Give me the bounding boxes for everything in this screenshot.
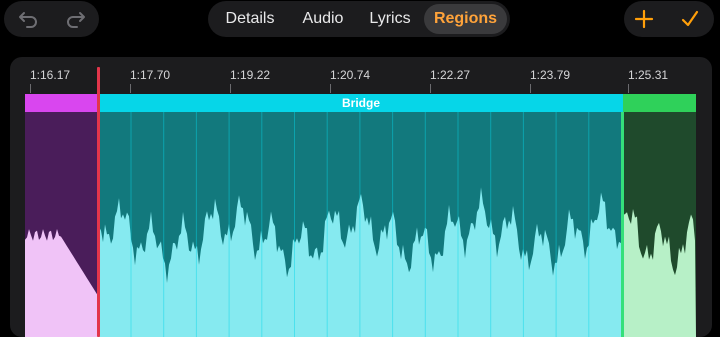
undo-redo-group	[4, 1, 99, 37]
redo-button[interactable]	[58, 6, 94, 32]
region-bars: Bridge	[25, 94, 696, 112]
add-region-button[interactable]	[626, 6, 662, 32]
region-end-handle	[621, 112, 624, 337]
tab-details[interactable]: Details	[216, 4, 284, 34]
region-editor[interactable]: 1:16.17 1:17.70 1:19.22 1:20.74 1:22.27 …	[10, 57, 712, 337]
segmented-tabs: Details Audio Lyrics Regions	[208, 1, 510, 37]
region-bar-bridge[interactable]: Bridge	[99, 94, 623, 112]
tab-audio[interactable]: Audio	[288, 4, 358, 34]
undo-button[interactable]	[10, 6, 46, 32]
plus-icon	[634, 9, 654, 29]
region-bar-before[interactable]	[25, 94, 99, 112]
region-label: Bridge	[341, 96, 380, 110]
checkmark-icon	[681, 10, 699, 27]
confirm-button[interactable]	[672, 6, 708, 32]
undo-arrow-icon	[19, 12, 37, 28]
actions-group	[624, 1, 714, 37]
redo-arrow-icon	[67, 12, 85, 28]
tab-lyrics[interactable]: Lyrics	[358, 4, 422, 34]
playhead[interactable]	[97, 67, 100, 337]
region-bar-after[interactable]	[623, 94, 696, 112]
tab-regions[interactable]: Regions	[424, 4, 507, 34]
